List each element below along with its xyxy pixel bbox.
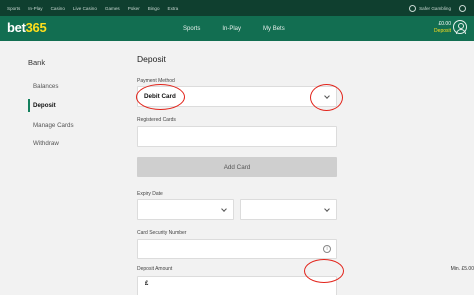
deposit-amount-input[interactable]: £: [137, 276, 337, 295]
main-header: bet365 Sports In-Play My Bets £0.00 Depo…: [0, 16, 474, 41]
safer-gambling-link[interactable]: Safer Gambling: [409, 0, 466, 16]
registered-cards-label: Registered Cards: [137, 117, 176, 123]
top-nav-live-casino[interactable]: Live Casino: [73, 6, 97, 11]
top-utility-bar: Sports In-Play Casino Live Casino Games …: [0, 0, 474, 16]
top-nav-casino[interactable]: Casino: [51, 6, 65, 11]
user-avatar-icon[interactable]: [453, 20, 467, 34]
sidebar-item-manage-cards[interactable]: Manage Cards: [33, 122, 74, 129]
logo-bet: bet: [7, 20, 26, 35]
nav-sports[interactable]: Sports: [183, 26, 200, 32]
min-amount-text: Min. £5.00: [450, 266, 474, 272]
sidebar-item-withdraw[interactable]: Withdraw: [33, 140, 59, 147]
sidebar-item-deposit[interactable]: Deposit: [33, 102, 56, 109]
expiry-month-select[interactable]: [137, 199, 234, 220]
logo-365: 365: [25, 20, 47, 35]
sidebar-item-balances[interactable]: Balances: [33, 83, 58, 90]
page-title: Deposit: [137, 54, 166, 64]
card-security-label: Card Security Number: [137, 230, 187, 236]
card-security-input[interactable]: i: [137, 239, 337, 259]
currency-symbol: £: [145, 281, 149, 287]
top-nav-sports[interactable]: Sports: [7, 6, 20, 11]
top-nav-poker[interactable]: Poker: [128, 6, 140, 11]
top-nav-bingo[interactable]: Bingo: [148, 6, 160, 11]
registered-cards-select[interactable]: [137, 126, 337, 147]
annotation-circle-payment-method: [136, 84, 185, 110]
top-nav-extra[interactable]: Extra: [168, 6, 179, 11]
safer-gambling-icon: [409, 4, 417, 12]
annotation-circle-dropdown-chevron: [310, 84, 343, 111]
sidebar-active-indicator: [28, 99, 30, 112]
top-nav-in-play[interactable]: In-Play: [28, 6, 42, 11]
nav-in-play[interactable]: In-Play: [222, 26, 241, 32]
info-icon[interactable]: i: [323, 245, 331, 253]
payment-method-label: Payment Method: [137, 78, 175, 84]
expiry-year-select[interactable]: [240, 199, 337, 220]
chevron-down-icon: [221, 206, 227, 212]
bank-sidebar: Bank Balances Deposit Manage Cards Withd…: [0, 41, 137, 295]
add-card-button[interactable]: Add Card: [137, 157, 337, 177]
account-balance[interactable]: £0.00 Deposit: [434, 21, 451, 34]
deposit-amount-label: Deposit Amount: [137, 266, 173, 272]
top-nav: Sports In-Play Casino Live Casino Games …: [0, 6, 186, 11]
annotation-circle-min-amount: [304, 259, 344, 283]
chevron-down-icon: [324, 206, 330, 212]
bet365-logo[interactable]: bet365: [7, 20, 47, 35]
expiry-date-label: Expiry Date: [137, 191, 163, 197]
header-deposit-link[interactable]: Deposit: [434, 28, 451, 35]
deposit-panel: Deposit Payment Method Debit Card Regist…: [137, 41, 474, 295]
settings-icon[interactable]: [459, 4, 466, 12]
top-nav-games[interactable]: Games: [105, 6, 120, 11]
nav-my-bets[interactable]: My Bets: [263, 26, 285, 32]
safer-gambling-label: Safer Gambling: [419, 5, 451, 11]
main-nav: Sports In-Play My Bets: [183, 16, 307, 41]
sidebar-title: Bank: [28, 58, 46, 67]
